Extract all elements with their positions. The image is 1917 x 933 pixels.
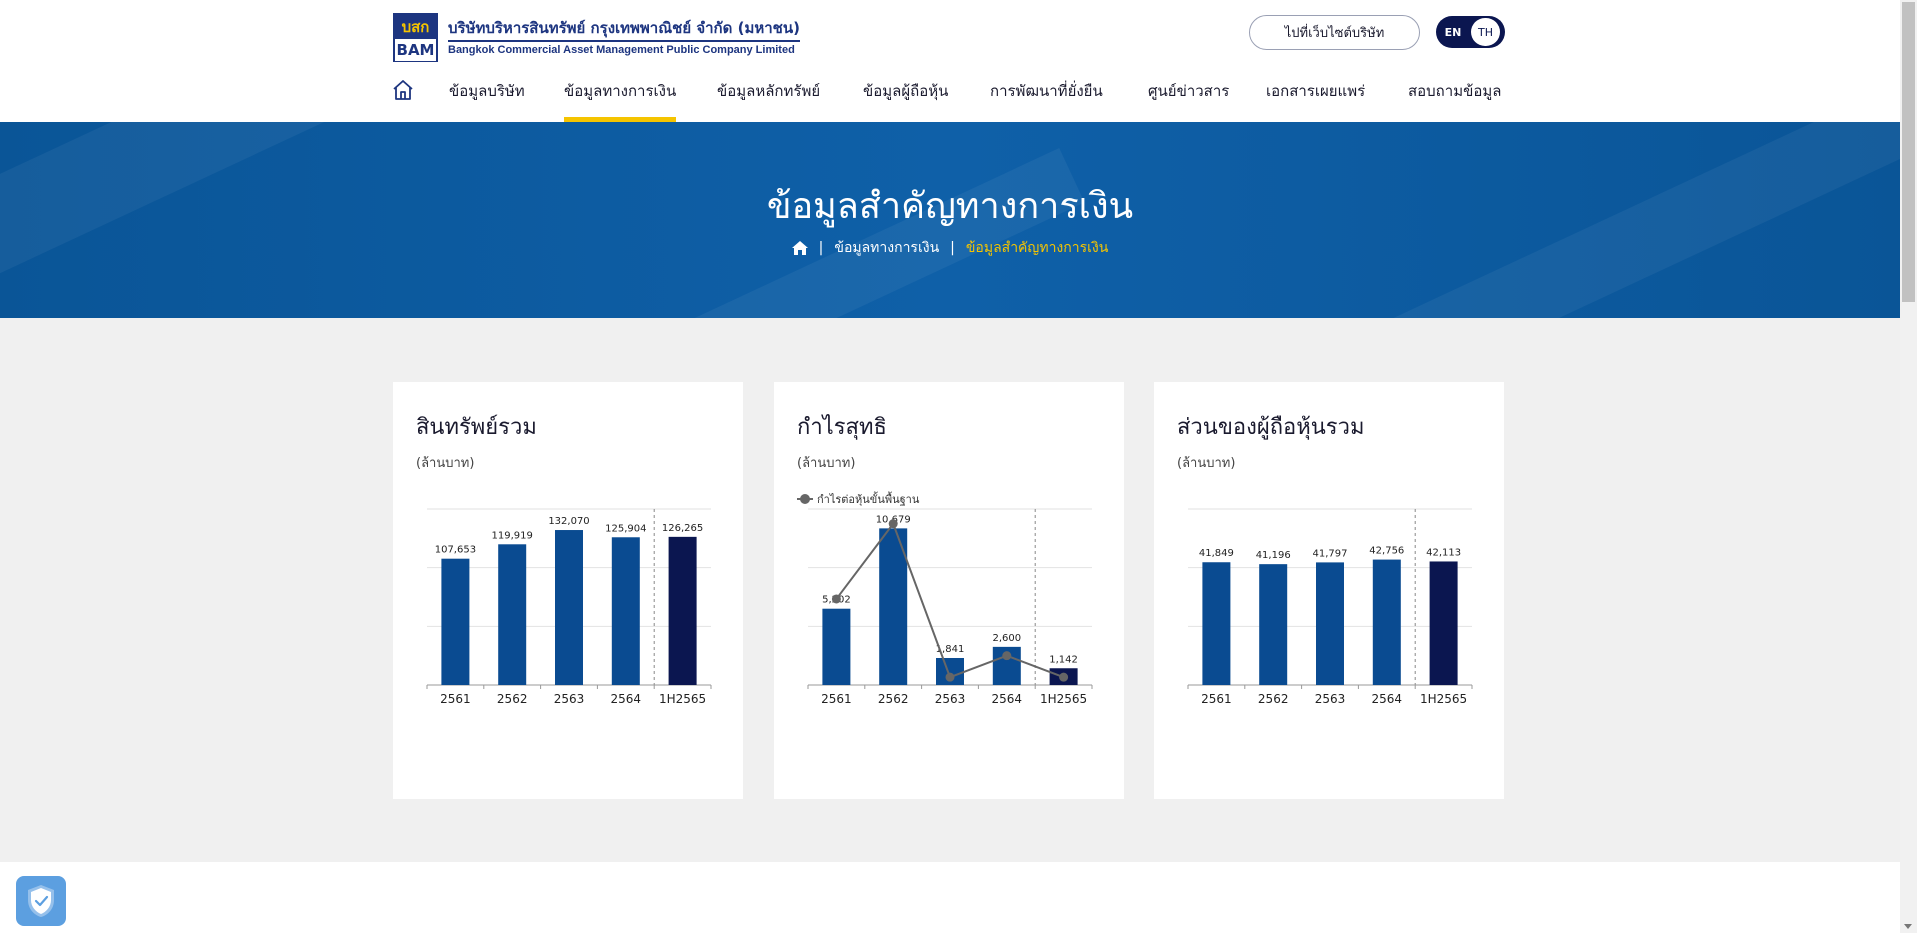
home-icon[interactable] (791, 241, 808, 255)
x-tick-label: 2562 (1258, 692, 1289, 706)
bar-value-label: 41,797 (1313, 548, 1348, 559)
home-icon[interactable] (392, 79, 414, 101)
lang-th-option[interactable]: TH (1471, 18, 1500, 46)
bar-value-label: 126,265 (662, 523, 703, 534)
x-tick-label: 2561 (821, 692, 852, 706)
x-tick-label: 2564 (992, 692, 1023, 706)
card-title: ส่วนของผู้ถือหุ้นรวม (1177, 415, 1365, 440)
card-title: สินทรัพย์รวม (416, 415, 537, 440)
nav-financial-info[interactable]: ข้อมูลทางการเงิน (564, 79, 677, 122)
breadcrumb-financial-info[interactable]: ข้อมูลทางการเงิน (834, 237, 939, 259)
nav-inquiry[interactable]: สอบถามข้อมูล (1408, 79, 1501, 122)
shareholders-equity-card: ส่วนของผู้ถือหุ้นรวม (ล้านบาท) 41,849 256… (1154, 382, 1504, 799)
scrollbar-thumb[interactable] (1902, 2, 1915, 302)
corporate-website-button[interactable]: ไปที่เว็บไซต์บริษัท (1249, 15, 1420, 50)
nav-news-center[interactable]: ศูนย์ข่าวสาร (1148, 79, 1229, 122)
nav-company-info[interactable]: ข้อมูลบริษัท (449, 79, 525, 122)
company-logo[interactable]: บสก BAM บริษัทบริหารสินทรัพย์ กรุงเทพพาณ… (393, 13, 800, 62)
x-tick-label: 1H2565 (1040, 692, 1087, 706)
x-tick-label: 2564 (1372, 692, 1403, 706)
page-banner: ข้อมูลสำคัญทางการเงิน | ข้อมูลทางการเงิน… (0, 122, 1900, 318)
bar (555, 530, 583, 685)
scroll-down-arrow[interactable] (1904, 924, 1912, 929)
x-tick-label: 2561 (1201, 692, 1232, 706)
nav-sustainability[interactable]: การพัฒนาที่ยั่งยืน (990, 79, 1103, 122)
logo-text: บริษัทบริหารสินทรัพย์ กรุงเทพพาณิชย์ จำก… (448, 17, 800, 58)
bar (668, 536, 697, 685)
nav-securities-info[interactable]: ข้อมูลหลักทรัพย์ (717, 79, 820, 122)
bar (1259, 564, 1288, 685)
bar-value-label: 1,142 (1049, 654, 1078, 665)
card-unit: (ล้านบาท) (797, 456, 856, 471)
total-assets-card: สินทรัพย์รวม (ล้านบาท) 107,653 2561 119,91… (393, 382, 743, 799)
breadcrumb: | ข้อมูลทางการเงิน | ข้อมูลสำคัญทางการเง… (0, 237, 1900, 259)
breadcrumb-separator: | (950, 240, 955, 256)
x-tick-label: 1H2565 (1420, 692, 1467, 706)
eps-point (1059, 672, 1069, 682)
x-tick-label: 2562 (497, 692, 528, 706)
bar-value-label: 42,113 (1426, 547, 1461, 558)
site-header: บสก BAM บริษัทบริหารสินทรัพย์ กรุงเทพพาณ… (0, 0, 1900, 122)
nav-publications[interactable]: เอกสารเผยแพร่ (1266, 79, 1365, 122)
eps-point (831, 594, 841, 604)
bar (822, 608, 851, 685)
net-profit-card: กำไรสุทธิ (ล้านบาท) กำไรต่อหุ้นขั้นพื้นฐ… (774, 382, 1124, 799)
bar-value-label: 107,653 (435, 545, 476, 556)
logo-mark-top: บสก (395, 15, 436, 39)
bar (441, 558, 470, 685)
nav-shareholder-info[interactable]: ข้อมูลผู้ถือหุ้น (863, 79, 948, 122)
x-tick-label: 2563 (1315, 692, 1346, 706)
bar-value-label: 125,904 (605, 523, 646, 534)
bar-value-label: 41,849 (1199, 548, 1234, 559)
eps-point (888, 519, 898, 529)
shield-check-icon (28, 885, 54, 917)
x-tick-label: 1H2565 (659, 692, 706, 706)
card-title: กำไรสุทธิ (797, 415, 887, 440)
bar (1372, 559, 1401, 685)
card-unit: (ล้านบาท) (1177, 456, 1236, 471)
logo-mark: บสก BAM (393, 13, 438, 62)
bar-value-label: 41,196 (1256, 550, 1291, 561)
main-nav: ข้อมูลบริษัท ข้อมูลทางการเงิน ข้อมูลหลัก… (0, 73, 1900, 122)
breadcrumb-current: ข้อมูลสำคัญทางการเงิน (965, 240, 1109, 256)
logo-mark-bottom: BAM (395, 39, 436, 61)
bar (1429, 561, 1458, 685)
footer-section (0, 862, 1900, 933)
bar (611, 537, 640, 685)
page-scrollbar[interactable] (1900, 0, 1917, 933)
company-name-en: Bangkok Commercial Asset Management Publ… (448, 44, 795, 56)
bar (498, 544, 527, 685)
company-name-th: บริษัทบริหารสินทรัพย์ กรุงเทพพาณิชย์ จำก… (448, 17, 800, 42)
eps-point (1002, 651, 1012, 661)
card-unit: (ล้านบาท) (416, 456, 475, 471)
net-profit-chart: 5,202256110,67925621,84125632,60025641,1… (807, 508, 1093, 706)
lang-en-option[interactable]: EN (1436, 26, 1470, 39)
cookie-consent-button[interactable] (16, 876, 66, 926)
breadcrumb-separator: | (818, 240, 824, 256)
eps-point (945, 672, 955, 682)
bar (1316, 562, 1344, 685)
page-title: ข้อมูลสำคัญทางการเงิน (766, 186, 1134, 227)
x-tick-label: 2563 (554, 692, 585, 706)
x-tick-label: 2563 (935, 692, 966, 706)
x-tick-label: 2564 (611, 692, 642, 706)
bar-value-label: 2,600 (992, 633, 1021, 644)
language-toggle[interactable]: EN TH (1436, 16, 1505, 48)
x-tick-label: 2562 (878, 692, 909, 706)
bar-value-label: 42,756 (1369, 546, 1404, 557)
x-tick-label: 2561 (440, 692, 471, 706)
bar-value-label: 119,919 (492, 530, 533, 541)
bar-value-label: 132,070 (548, 516, 589, 527)
total-assets-chart: 107,653 2561 119,919 2562 132,070 2563 125,904… (426, 508, 712, 706)
shareholders-equity-chart: 41,849 2561 41,196 2562 41,797 2563 42,756 2564… (1187, 508, 1473, 706)
bar (1202, 562, 1231, 685)
